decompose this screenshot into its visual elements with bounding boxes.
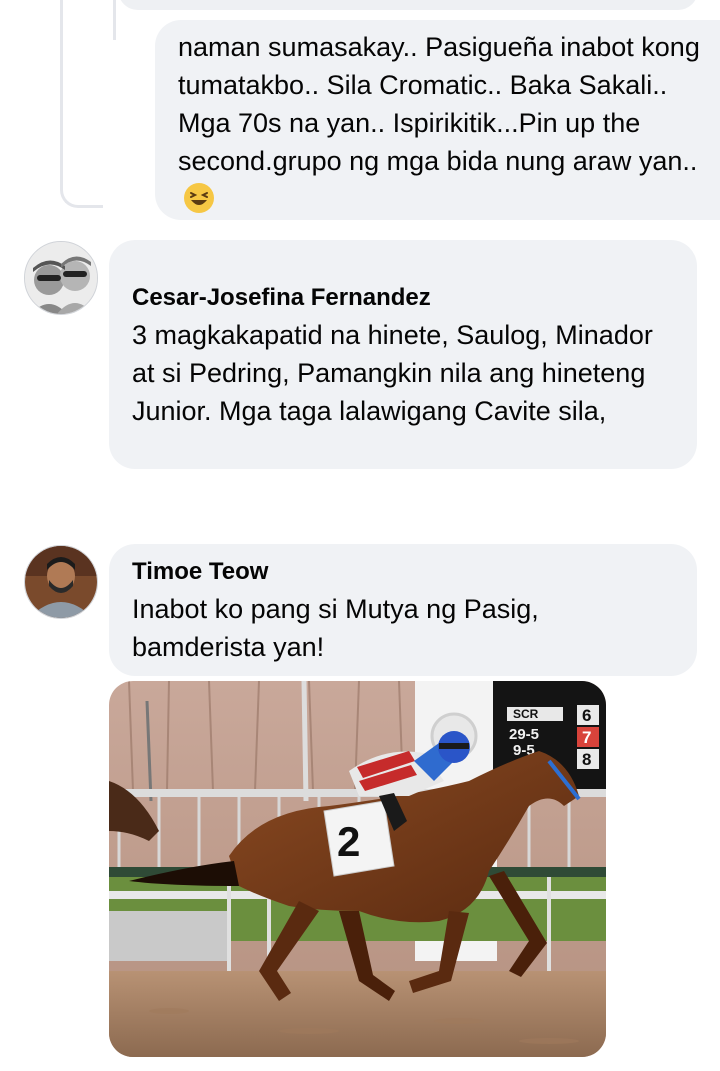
horse-race-image: SCR 29-5 9-5 6 7 8 2 — [109, 681, 606, 1057]
saddle-number: 2 — [337, 818, 360, 865]
comment-text: 3 magkakapatid na hinete, Saulog, Minado… — [132, 320, 653, 426]
laughing-face-icon — [184, 183, 214, 213]
scoreboard-digit: 6 — [582, 706, 591, 725]
avatar[interactable] — [24, 241, 98, 315]
scoreboard-label: SCR — [513, 707, 539, 721]
comment-bubble[interactable]: Cesar-Josefina Fernandez 3 magkakapatid … — [109, 240, 697, 469]
thread-line — [113, 0, 116, 40]
comment-text: naman sumasakay.. Pasigueña inabot kong … — [178, 28, 708, 218]
comment-author[interactable]: Cesar-Josefina Fernandez — [132, 283, 431, 313]
scoreboard-digit: 8 — [582, 750, 591, 769]
scoreboard-row: 29-5 — [509, 726, 539, 743]
comment-bubble[interactable]: Timoe Teow Inabot ko pang si Mutya ng Pa… — [109, 544, 697, 676]
scoreboard-digit: 7 — [582, 728, 591, 747]
comment-bubble[interactable]: naman sumasakay.. Pasigueña inabot kong … — [155, 20, 720, 220]
avatar[interactable] — [24, 545, 98, 619]
previous-comment-bubble — [118, 0, 698, 10]
thread-line — [60, 0, 103, 208]
comment-text: Inabot ko pang si Mutya ng Pasig, bamder… — [132, 594, 539, 662]
comment-photo-attachment[interactable]: SCR 29-5 9-5 6 7 8 2 — [109, 681, 606, 1057]
comment-author[interactable]: Timoe Teow — [132, 557, 268, 587]
